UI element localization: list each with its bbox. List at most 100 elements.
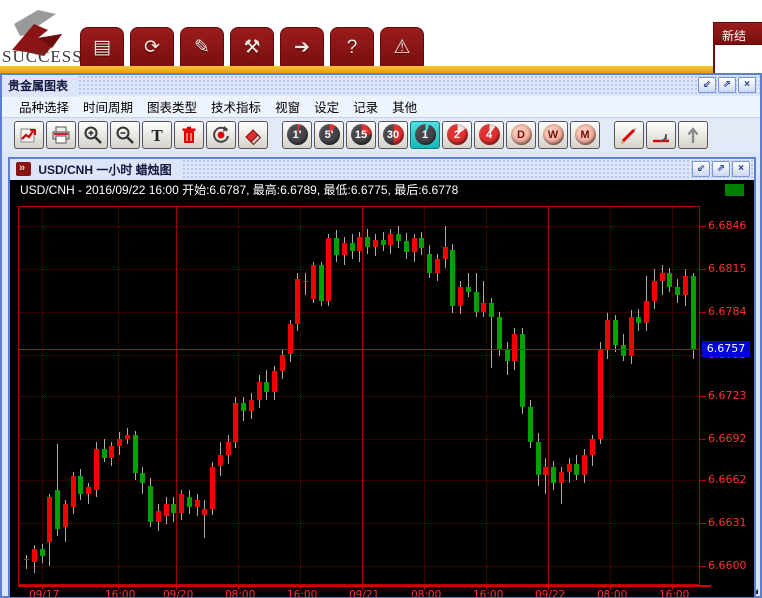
x-axis-label: 08:00	[225, 589, 255, 597]
draw-angle-icon	[651, 125, 671, 145]
timeframe-1m-button[interactable]: 1'	[282, 121, 312, 149]
timeframe-W-button[interactable]: W	[538, 121, 568, 149]
refresh-data-button[interactable]	[206, 121, 236, 149]
timeframe-label: 30	[387, 129, 399, 141]
chart-window-titlebar[interactable]: USD/CNH 一小时 蜡烛图 ⇙⇗×	[10, 159, 754, 180]
candle-body	[249, 400, 254, 411]
candle-body	[140, 473, 145, 483]
chart-restore-down-button[interactable]: ⇙	[692, 161, 710, 177]
candle-body	[675, 287, 680, 295]
timeframe-30-button[interactable]: 30	[378, 121, 408, 149]
tools-button[interactable]: ⚒	[230, 27, 274, 67]
candle-body	[567, 464, 572, 472]
refresh-button[interactable]: ⟳	[130, 27, 174, 67]
timeframe-5m-button[interactable]: 5'	[314, 121, 344, 149]
x-axis-label: 09/21	[349, 589, 379, 597]
trend-chart-button[interactable]	[14, 121, 44, 149]
main-restore-down-button[interactable]: ⇙	[698, 77, 716, 93]
timeframe-pie-icon: D	[511, 124, 532, 145]
app-root: SUCCESS ▤⟳✎⚒➔?⚠ 新结 贵金属图表 ⇙⇗× 品种选择时间周期图表类…	[0, 0, 762, 598]
draw-angle-button[interactable]	[646, 121, 676, 149]
text-label-button[interactable]: T	[142, 121, 172, 149]
new-order-button[interactable]: 新结	[713, 22, 762, 45]
menu-item-0[interactable]: 品种选择	[12, 95, 76, 118]
timeframe-label: 15	[355, 129, 367, 141]
candle-body	[55, 490, 60, 529]
timeframe-label: W	[548, 129, 558, 141]
orders-edit-icon: ✎	[194, 36, 210, 59]
candle-body	[179, 494, 184, 513]
chart-maximize-button[interactable]: ⇗	[712, 161, 730, 177]
timeframe-D-button[interactable]: D	[506, 121, 536, 149]
candle-body	[133, 435, 138, 474]
erase-button[interactable]	[238, 121, 268, 149]
timeframe-label: M	[580, 129, 589, 141]
main-maximize-button[interactable]: ⇗	[718, 77, 736, 93]
menu-item-6[interactable]: 记录	[346, 95, 385, 118]
orders-edit-button[interactable]: ✎	[180, 27, 224, 67]
timeframe-label: 1'	[293, 129, 302, 141]
menu-item-7[interactable]: 其他	[385, 95, 424, 118]
candle-body	[450, 250, 455, 307]
x-axis-line	[18, 585, 711, 587]
timeframe-2-button[interactable]: 2	[442, 121, 472, 149]
main-window-titlebar[interactable]: 贵金属图表 ⇙⇗×	[2, 75, 760, 96]
refresh-data-icon	[211, 125, 231, 145]
candlestick-chart[interactable]: 6.68466.68156.67846.67536.67236.66926.66…	[10, 200, 754, 597]
exit-button[interactable]: ➔	[280, 27, 324, 67]
candle-body	[667, 273, 672, 287]
timeframe-15-button[interactable]: 15	[346, 121, 376, 149]
timeframe-pie-icon: M	[575, 124, 596, 145]
zoom-out-icon	[115, 125, 135, 145]
candle-body	[458, 287, 463, 306]
zoom-in-button[interactable]	[78, 121, 108, 149]
candle-wick	[483, 281, 484, 317]
candle-body	[264, 382, 269, 392]
erase-icon	[243, 125, 263, 145]
draw-arrow-button[interactable]	[678, 121, 708, 149]
candle-body	[109, 446, 114, 458]
timeframe-4-button[interactable]: 4	[474, 121, 504, 149]
candle-body	[396, 234, 401, 241]
chart-close-button[interactable]: ×	[732, 161, 750, 177]
candle-body	[171, 504, 176, 514]
candle-body	[233, 403, 238, 442]
main-close-button[interactable]: ×	[738, 77, 756, 93]
delete-button[interactable]	[174, 121, 204, 149]
alerts-button[interactable]: ⚠	[380, 27, 424, 67]
y-axis-label: 6.6600	[708, 559, 747, 572]
candle-body	[195, 500, 200, 507]
chart-info-bar: USD/CNH - 2016/09/22 16:00 开始:6.6787, 最高…	[10, 180, 754, 200]
x-axis-label: 16:00	[105, 589, 135, 597]
y-axis-label: 6.6692	[708, 432, 747, 445]
timeframe-pie-icon: 1	[415, 124, 436, 145]
help-button[interactable]: ?	[330, 27, 374, 67]
candle-body	[574, 464, 579, 475]
candle-body	[311, 265, 316, 300]
chart-page-button[interactable]: ▤	[80, 27, 124, 67]
candle-body	[621, 345, 626, 356]
candle-body	[280, 355, 285, 372]
print-button[interactable]	[46, 121, 76, 149]
draw-line-button[interactable]	[614, 121, 644, 149]
chart-window-controls: ⇙⇗×	[692, 161, 750, 177]
timeframe-M-button[interactable]: M	[570, 121, 600, 149]
candle-wick	[545, 458, 546, 494]
candle-body	[94, 449, 99, 491]
main-window-title: 贵金属图表	[2, 76, 78, 97]
corner-panel	[713, 45, 762, 73]
zoom-out-button[interactable]	[110, 121, 140, 149]
menu-item-3[interactable]: 技术指标	[204, 95, 268, 118]
connection-status-indicator	[725, 184, 744, 196]
help-icon: ?	[347, 37, 358, 59]
menu-item-4[interactable]: 视窗	[268, 95, 307, 118]
menu-item-5[interactable]: 设定	[307, 95, 346, 118]
candle-body	[326, 238, 331, 300]
candle-body	[226, 442, 231, 456]
main-window-controls: ⇙⇗×	[698, 77, 756, 93]
menu-item-1[interactable]: 时间周期	[76, 95, 140, 118]
menu-item-2[interactable]: 图表类型	[140, 95, 204, 118]
timeframe-1-button[interactable]: 1	[410, 121, 440, 149]
x-axis-label: 08:00	[411, 589, 441, 597]
candle-body	[148, 486, 153, 522]
